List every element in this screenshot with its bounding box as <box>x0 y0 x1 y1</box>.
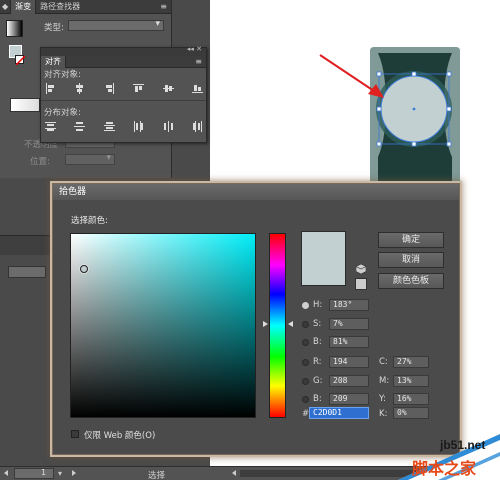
picker-title[interactable]: 拾色器 <box>53 184 459 200</box>
side-field[interactable] <box>8 266 46 278</box>
ok-button[interactable]: 确定 <box>378 232 444 248</box>
distribute-left-icon[interactable] <box>133 121 144 132</box>
radio-r[interactable] <box>302 359 309 366</box>
c-input[interactable]: 27% <box>393 356 429 368</box>
y-input[interactable]: 16% <box>393 393 429 405</box>
hue-marker-right-icon[interactable] <box>288 320 293 327</box>
s-input[interactable]: 7% <box>329 318 369 330</box>
status-mode: 选择 <box>148 471 166 481</box>
color-picker-dialog: 拾色器 选择颜色: 确定 取消 颜色色板 H: 183° S: 7% B: 81… <box>52 183 460 455</box>
cancel-button[interactable]: 取消 <box>378 252 444 268</box>
b-label: B: <box>313 337 322 347</box>
web-only-checkbox[interactable] <box>71 430 79 438</box>
radio-b[interactable] <box>302 339 309 346</box>
align-objects-label: 对齐对象: <box>44 70 81 80</box>
k-label: K: <box>379 409 388 419</box>
watermark-site: jb51.net <box>440 438 486 452</box>
align-panel: ◂◂ ✕ 对齐 ≡ 对齐对象: 分布对象: <box>40 45 207 143</box>
align-horizontal-center-icon[interactable] <box>74 83 85 94</box>
blue-input[interactable]: 209 <box>329 393 369 405</box>
radio-blue[interactable] <box>302 396 309 403</box>
radio-s[interactable] <box>302 321 309 328</box>
align-panel-tabs: 对齐 ≡ <box>41 55 206 68</box>
red-arrow-annotation <box>319 54 384 98</box>
distribute-vertical-center-icon[interactable] <box>74 121 86 132</box>
align-bottom-icon[interactable] <box>191 83 203 94</box>
horizontal-scrollbar[interactable] <box>240 470 420 477</box>
s-label: S: <box>313 319 322 329</box>
hue-slider[interactable] <box>269 233 286 418</box>
type-label: 类型: <box>44 23 64 33</box>
panel-options-icon[interactable]: ≡ <box>156 0 171 14</box>
web-safe-swatch[interactable] <box>355 278 367 290</box>
tab-gradient[interactable]: 渐变 <box>11 0 37 14</box>
hue-marker-left-icon[interactable] <box>263 320 268 327</box>
k-input[interactable]: 0% <box>393 407 429 419</box>
hex-input[interactable]: C2D0D1 <box>309 407 369 419</box>
gradient-panel-tabs: ◆ 渐变 路径查找器 ≡ <box>0 0 171 14</box>
m-input[interactable]: 13% <box>393 375 429 387</box>
zoom-dropdown-icon[interactable]: ▾ <box>58 469 62 478</box>
divider <box>41 100 206 101</box>
color-preview-new <box>301 231 346 286</box>
distribute-horizontal-center-icon[interactable] <box>163 121 174 132</box>
distribute-objects-label: 分布对象: <box>44 108 81 118</box>
out-of-gamut-cube-icon[interactable] <box>355 263 367 275</box>
watermark-name: 脚本之家 <box>412 459 477 478</box>
h-input[interactable]: 183° <box>329 299 369 311</box>
zoom-field[interactable]: 1 <box>14 468 54 479</box>
blue-label: B: <box>313 394 322 404</box>
align-vertical-center-icon[interactable] <box>162 83 174 94</box>
distribute-bottom-icon[interactable] <box>103 121 115 132</box>
g-input[interactable]: 208 <box>329 375 369 387</box>
tab-pathfinder[interactable]: 路径查找器 <box>36 0 84 14</box>
distribute-right-icon[interactable] <box>192 121 203 132</box>
select-color-label: 选择颜色: <box>71 216 108 226</box>
g-label: G: <box>313 376 323 386</box>
side-toolbar-strip <box>0 235 52 255</box>
gradient-slider-bar[interactable] <box>10 98 40 112</box>
align-left-icon[interactable] <box>45 83 56 94</box>
gradient-swatch[interactable] <box>6 20 23 37</box>
type-select[interactable]: ▾ <box>68 19 164 31</box>
align-options-icon[interactable]: ≡ <box>191 56 206 68</box>
m-label: M: <box>379 376 390 386</box>
align-buttons-row <box>45 83 203 95</box>
r-label: R: <box>313 357 322 367</box>
web-only-label: 仅限 Web 颜色(O) <box>84 431 156 441</box>
panel-menu-icon[interactable]: ◆ <box>0 0 12 14</box>
b-input[interactable]: 81% <box>329 336 369 348</box>
distribute-buttons-row <box>45 121 203 133</box>
y-label: Y: <box>379 394 386 404</box>
tab-align[interactable]: 对齐 <box>41 55 66 68</box>
color-swatches-button[interactable]: 颜色色板 <box>378 273 444 289</box>
no-fill-icon[interactable] <box>15 55 26 66</box>
position-field[interactable]: ▾ <box>65 153 115 165</box>
scroll-left-icon[interactable] <box>232 470 236 476</box>
nav-right-arrow-icon[interactable] <box>72 470 76 476</box>
saturation-brightness-field[interactable] <box>70 233 256 418</box>
distribute-top-icon[interactable] <box>45 121 56 132</box>
zoom-value: 1 <box>41 468 47 477</box>
radio-h[interactable] <box>302 302 309 309</box>
sv-marker[interactable] <box>80 265 89 274</box>
align-top-icon[interactable] <box>133 83 145 94</box>
zoom-left-arrow-icon[interactable] <box>4 470 8 476</box>
align-right-icon[interactable] <box>104 83 115 94</box>
h-label: H: <box>313 300 323 310</box>
radio-g[interactable] <box>302 378 309 385</box>
c-label: C: <box>379 357 388 367</box>
r-input[interactable]: 194 <box>329 356 369 368</box>
position-label: 位置: <box>30 157 50 167</box>
